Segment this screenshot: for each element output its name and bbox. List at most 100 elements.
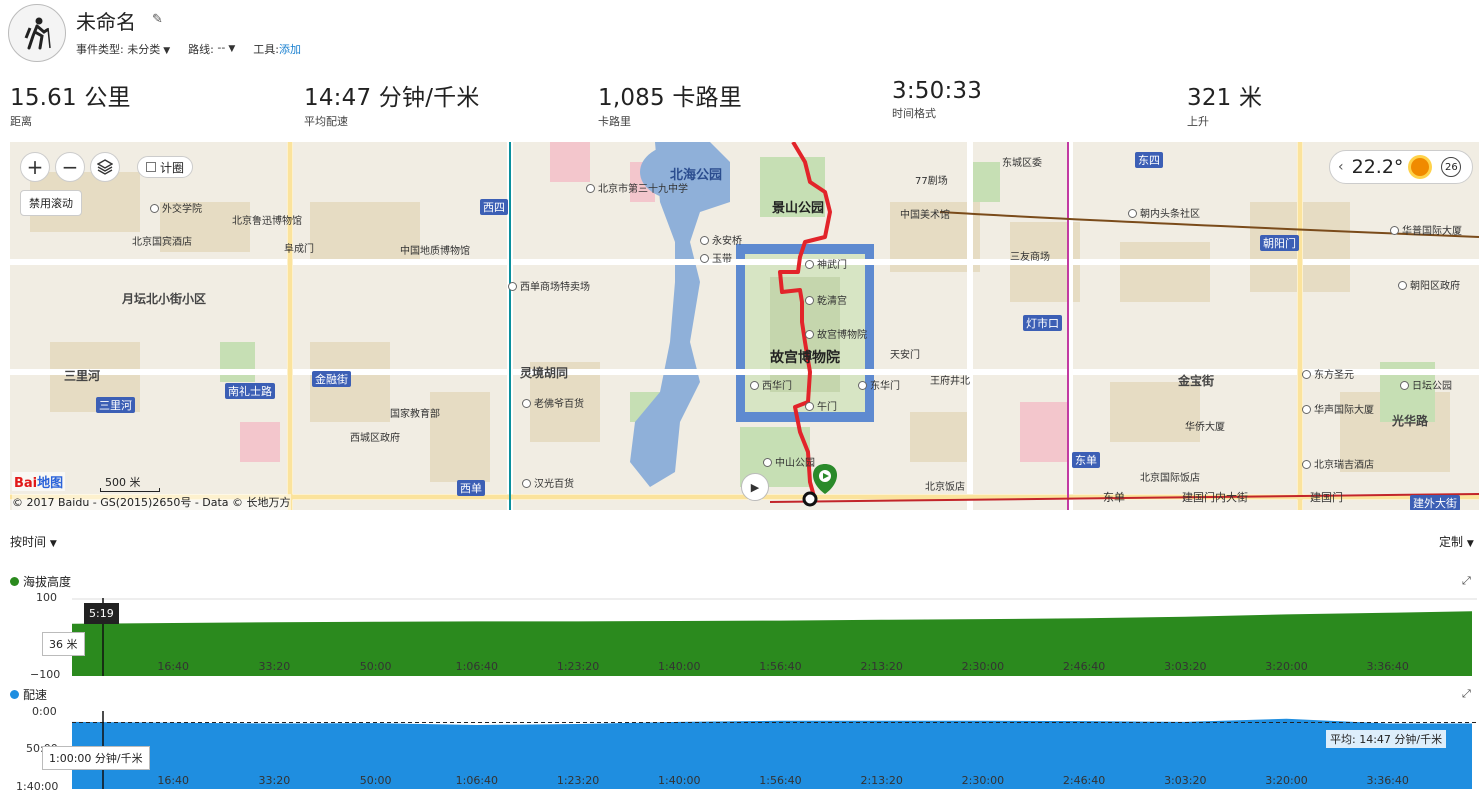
y-axis-bottom: 1:40:00 <box>16 780 59 793</box>
disable-scroll-button[interactable]: 禁用滚动 <box>20 190 82 216</box>
heatmap-toggle[interactable]: 计圈 <box>137 156 194 178</box>
layers-icon[interactable] <box>90 152 120 182</box>
x-tick-label: 2:30:00 <box>961 660 1005 673</box>
map-label: 北京饭店 <box>925 482 965 493</box>
map-label: 金宝街 <box>1178 374 1215 388</box>
elevation-tooltip: 36 米 <box>42 632 85 656</box>
map-label: 建国门内大街 <box>1182 491 1248 504</box>
x-tick-label: 1:40:00 <box>658 774 701 787</box>
station-badge: 西单 <box>457 480 485 496</box>
station-badge: 金融街 <box>312 371 351 387</box>
station-badge: 朝阳门 <box>1260 235 1299 251</box>
tools-add-link[interactable]: 添加 <box>279 41 301 57</box>
map-label: 汉光百货 <box>522 475 574 490</box>
map-label: 北京国宾酒店 <box>132 237 192 248</box>
map-copyright: © 2017 Baidu - GS(2015)2650号 - Data © 长地… <box>12 494 291 510</box>
weather-temperature: 22.2° <box>1351 156 1404 178</box>
pace-average-label: 平均: 14:47 分钟/千米 <box>1326 730 1447 748</box>
chevron-left-icon[interactable]: ‹ <box>1338 159 1344 175</box>
weather-widget[interactable]: ‹ 22.2° 26 <box>1329 150 1473 184</box>
y-axis-max: 100 <box>36 591 57 604</box>
map-label: 中国地质博物馆 <box>400 246 470 257</box>
map-label: 北京瑞吉酒店 <box>1302 456 1374 471</box>
map-label: 建国门 <box>1310 491 1343 504</box>
map-label: 日坛公园 <box>1400 377 1452 392</box>
x-tick-label: 1:23:20 <box>556 774 600 787</box>
course-dropdown[interactable]: -- ▼ <box>214 41 235 57</box>
map-label: 朝阳区政府 <box>1398 277 1460 292</box>
activity-title[interactable]: 未命名 <box>76 6 136 35</box>
map-label: 永安桥 <box>700 232 742 247</box>
x-tick-label: 3:20:00 <box>1265 774 1308 787</box>
station-badge: 东四 <box>1135 152 1163 168</box>
edit-pencil-icon[interactable]: ✎ <box>152 12 163 27</box>
caret-down-icon: ▼ <box>49 539 57 549</box>
map-label: 东方圣元 <box>1302 366 1354 381</box>
map-label: 外交学院 <box>150 200 202 215</box>
x-tick-label: 33:20 <box>258 660 291 673</box>
station-badge: 西四 <box>480 199 508 215</box>
by-time-dropdown[interactable]: 按时间 ▼ <box>10 533 57 550</box>
x-tick-label: 1:56:40 <box>759 774 802 787</box>
x-tick-label: 2:46:40 <box>1062 660 1106 673</box>
map-label: 国家教育部 <box>390 409 440 420</box>
zoom-in-button[interactable]: + <box>20 152 50 182</box>
course-label: 路线: <box>188 43 214 56</box>
heatmap-label: 计圈 <box>160 160 185 175</box>
x-tick-label: 2:46:40 <box>1062 774 1106 787</box>
map-label: 灵境胡同 <box>520 366 569 380</box>
station-badge: 南礼士路 <box>225 383 275 399</box>
legend-dot <box>10 690 19 699</box>
map-label: 北京鲁迅博物馆 <box>232 216 302 227</box>
stat-avg-pace: 14:47 分钟/千米 平均配速 <box>304 85 480 128</box>
map-label: 西单商场特卖场 <box>508 278 590 293</box>
station-badge: 灯市口 <box>1023 315 1062 331</box>
map-label: 华侨大厦 <box>1185 422 1225 433</box>
caret-down-icon: ▼ <box>228 44 236 54</box>
pace-tooltip: 1:00:00 分钟/千米 <box>42 746 150 770</box>
map-label: 神武门 <box>805 256 847 271</box>
x-tick-label: 16:40 <box>157 774 190 787</box>
map-label: 三里河 <box>64 369 101 383</box>
map-label: 中山公园 <box>763 454 815 469</box>
map-label: 午门 <box>805 398 837 413</box>
x-tick-label: 16:40 <box>157 660 190 673</box>
event-type-label: 事件类型: <box>76 43 124 56</box>
scale-bar <box>100 488 160 492</box>
activity-header: 未命名 ✎ 事件类型: 未分类 ▼ 路线: -- ▼ 工具: 添加 <box>0 0 1479 70</box>
map-label: 77剧场 <box>915 176 948 187</box>
map-label: 华声国际大厦 <box>1302 401 1374 416</box>
map-label: 北京市第三十九中学 <box>586 180 688 195</box>
map-label: 天安门 <box>890 350 920 361</box>
map-label: 故宫博物院 <box>805 326 867 341</box>
map-label: 景山公园 <box>772 201 825 216</box>
map-label: 玉带 <box>700 250 732 265</box>
x-tick-label: 1:06:40 <box>455 774 499 787</box>
map-label: 朝内头条社区 <box>1128 205 1200 220</box>
x-tick-label: 50:00 <box>359 774 392 787</box>
heatmap-checkbox[interactable] <box>146 162 156 172</box>
pace-chart-title: 配速 <box>10 686 47 703</box>
map-label: 三友商场 <box>1010 252 1050 263</box>
customize-dropdown[interactable]: 定制 ▼ <box>1439 533 1474 550</box>
caret-down-icon: ▼ <box>1466 539 1474 549</box>
expand-icon[interactable]: ⤢ <box>1462 574 1471 588</box>
stat-calories: 1,085 卡路里 卡路里 <box>598 85 742 128</box>
map-label: 东城区委 <box>1002 158 1042 169</box>
expand-icon[interactable]: ⤢ <box>1462 687 1471 701</box>
play-button[interactable]: ▶ <box>741 473 769 501</box>
map-label: 乾清宫 <box>805 292 847 307</box>
event-type-dropdown[interactable]: 未分类 ▼ <box>124 41 170 57</box>
map-label: 中国美术馆 <box>900 210 950 221</box>
station-badge: 三里河 <box>96 397 135 413</box>
legend-dot <box>10 577 19 586</box>
zoom-out-button[interactable]: − <box>55 152 85 182</box>
route-map[interactable]: 北海公园 景山公园 故宫博物院 月坛北小街小区 三里河 金宝街 光华路 灵境胡同… <box>10 142 1479 510</box>
sun-icon <box>1411 158 1430 176</box>
x-tick-label: 2:13:20 <box>860 660 903 673</box>
y-axis-top: 0:00 <box>32 705 57 718</box>
map-label: 王府井北 <box>930 376 970 387</box>
elevation-chart-title: 海拔高度 <box>10 573 71 590</box>
baidu-logo: Bai地图 <box>12 472 66 491</box>
map-label: 故宫博物院 <box>770 350 840 366</box>
